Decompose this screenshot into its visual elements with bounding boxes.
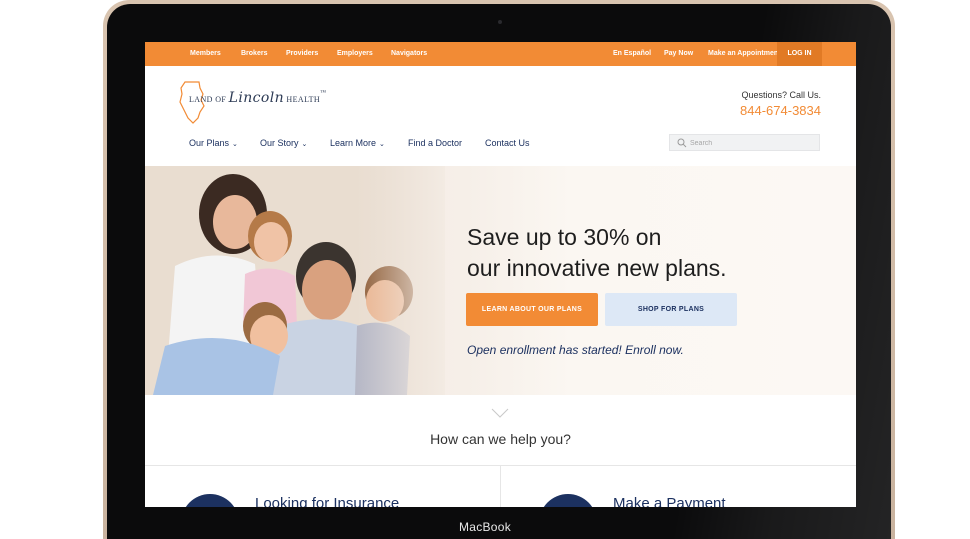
hero-headline-line2: our innovative new plans. (467, 255, 727, 281)
nav-item-our-story[interactable]: Our Story ⌄ (260, 138, 307, 148)
browser-viewport: Members Brokers Providers Employers Navi… (145, 42, 856, 507)
nav-item-our-plans[interactable]: Our Plans ⌄ (189, 138, 238, 148)
utility-link-providers[interactable]: Providers (286, 50, 318, 57)
hero-banner: Save up to 30% on our innovative new pla… (145, 166, 856, 395)
utility-link-pay-now[interactable]: Pay Now (664, 50, 693, 57)
utility-link-members[interactable]: Members (190, 50, 221, 57)
device-label: MacBook (458, 520, 512, 534)
utility-link-appointment[interactable]: Make an Appointment (708, 50, 780, 57)
chevron-down-icon: ⌄ (379, 141, 385, 148)
logo-trademark: ™ (320, 90, 327, 96)
call-us-label: Questions? Call Us. (741, 90, 821, 100)
search-box (669, 134, 822, 152)
utility-link-navigators[interactable]: Navigators (391, 50, 427, 57)
nav-item-learn-more[interactable]: Learn More ⌄ (330, 138, 385, 148)
phone-number-link[interactable]: 844-674-3834 (740, 103, 821, 118)
webcam-icon (498, 20, 502, 24)
nav-label: Contact Us (485, 138, 530, 148)
chevron-down-icon (491, 408, 509, 418)
payment-icon (539, 494, 597, 507)
chevron-down-icon: ⌄ (301, 141, 308, 148)
help-heading: How can we help you? (430, 431, 571, 447)
insurance-icon (181, 494, 239, 507)
logo-wordmark[interactable]: LAND OF Lincoln HEALTH™ (189, 90, 326, 106)
logo-text-script: Lincoln (228, 90, 285, 106)
nav-label: Find a Doctor (408, 138, 463, 148)
utility-link-brokers[interactable]: Brokers (241, 50, 267, 57)
nav-item-contact-us[interactable]: Contact Us (485, 138, 530, 148)
nav-label: Our Plans (189, 138, 230, 148)
family-photo (145, 166, 445, 395)
hero-headline-line1: Save up to 30% on (467, 224, 662, 250)
nav-label: Learn More (330, 138, 377, 148)
card-looking-for-insurance[interactable]: Looking for Insurance (255, 495, 399, 507)
shop-for-plans-button[interactable]: SHOP FOR PLANS (605, 293, 737, 326)
nav-label: Our Story (260, 138, 299, 148)
logo-text-left: LAND OF (189, 95, 227, 104)
card-make-a-payment[interactable]: Make a Payment (613, 495, 726, 507)
utility-link-employers[interactable]: Employers (337, 50, 373, 57)
login-button[interactable]: LOG IN (777, 42, 822, 66)
learn-about-plans-button[interactable]: LEARN ABOUT OUR PLANS (466, 293, 598, 326)
search-input[interactable] (688, 135, 822, 152)
logo-text-right: HEALTH (286, 95, 321, 104)
hero-headline: Save up to 30% on our innovative new pla… (467, 222, 727, 284)
utility-link-espanol[interactable]: En Español (613, 50, 651, 57)
search-icon[interactable] (677, 138, 687, 148)
chevron-down-icon: ⌄ (232, 141, 238, 148)
nav-item-find-a-doctor[interactable]: Find a Doctor (408, 138, 462, 148)
divider (500, 465, 501, 507)
utility-bar: Members Brokers Providers Employers Navi… (145, 42, 856, 66)
enrollment-link[interactable]: Open enrollment has started! Enroll now. (467, 343, 684, 357)
